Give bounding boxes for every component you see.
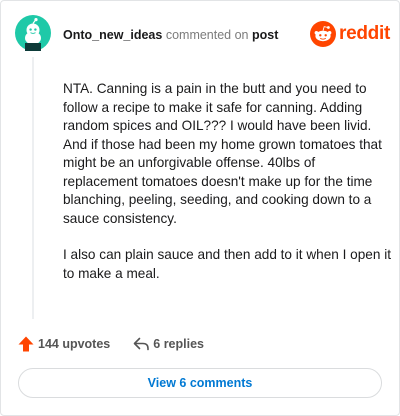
replies-button[interactable]: 6 replies — [132, 335, 204, 353]
reply-arrow-icon — [133, 337, 150, 351]
commented-on-text: commented on — [165, 28, 249, 42]
view-comments-button[interactable]: View 6 comments — [18, 368, 382, 398]
comment-header: Onto_new_ideas commented on post — [63, 27, 278, 43]
reddit-logo[interactable]: reddit — [310, 21, 390, 47]
comment-paragraph: I also can plain sauce and then add to i… — [63, 247, 391, 281]
user-avatar[interactable] — [15, 15, 51, 51]
upvote-button[interactable]: 144 upvotes — [17, 335, 110, 353]
thread-line — [32, 57, 34, 319]
reddit-snoo-icon — [310, 21, 336, 47]
comment-footer: 144 upvotes 6 replies — [17, 334, 204, 354]
upvote-count: 144 upvotes — [38, 337, 111, 351]
comment-body: NTA. Canning is a pain in the butt and y… — [63, 80, 391, 301]
snoo-avatar-icon — [15, 15, 51, 51]
username-link[interactable]: Onto_new_ideas — [63, 28, 162, 42]
reply-count: 6 replies — [153, 337, 204, 351]
upvote-arrow-icon — [18, 336, 34, 352]
post-link[interactable]: post — [252, 28, 278, 42]
comment-card: Onto_new_ideas commented on post reddit … — [0, 0, 400, 416]
reddit-wordmark: reddit — [339, 23, 390, 44]
comment-paragraph: NTA. Canning is a pain in the butt and y… — [63, 81, 382, 226]
